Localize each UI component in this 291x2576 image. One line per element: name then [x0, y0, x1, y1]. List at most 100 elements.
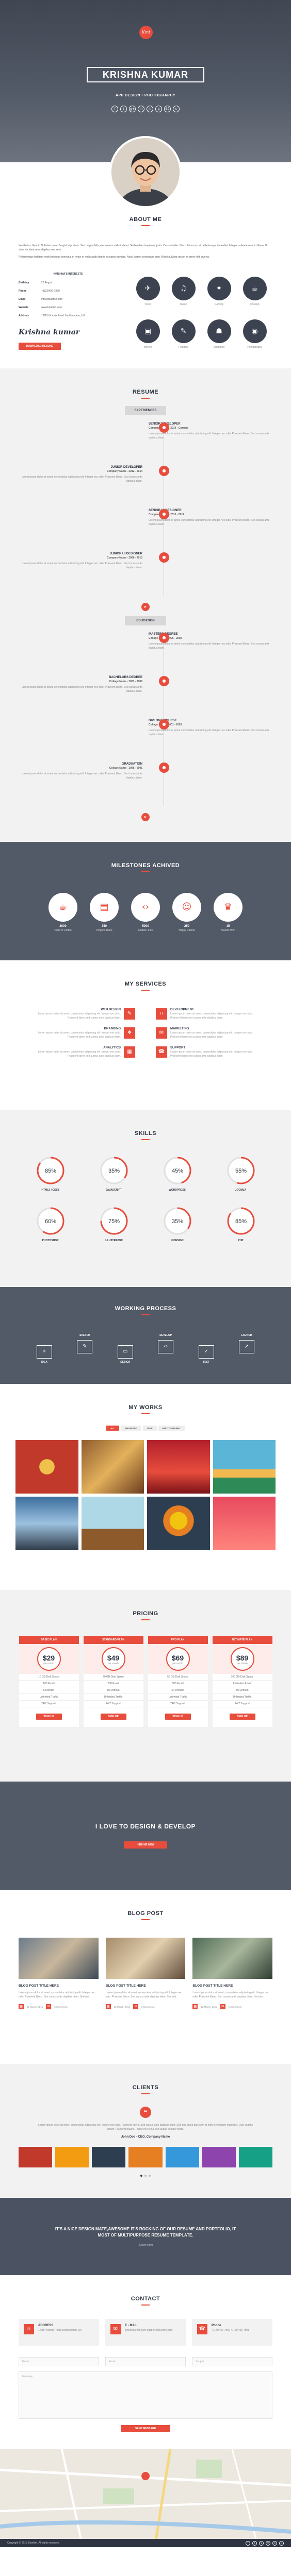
contact-card-text: info@bluefish.com support@bluefish.com	[125, 2329, 173, 2332]
work-bird[interactable]	[81, 1497, 144, 1550]
timeline-item-text: Lorem ipsum dolor sit amet, consectetur …	[149, 432, 270, 439]
client-logo[interactable]	[19, 2147, 53, 2167]
blog-post-title[interactable]: BLOG POST TITLE HERE	[192, 1984, 272, 1988]
work-red-chinese-art[interactable]	[15, 1440, 78, 1494]
twitter-icon[interactable]: t	[120, 106, 127, 112]
blog-post-image[interactable]	[192, 1938, 273, 1979]
blog-post-comments[interactable]: 5 Comments	[54, 2006, 68, 2008]
hobby-label: Photography	[247, 346, 262, 349]
blog-post-excerpt: Lorem ipsum dolor sit amet, consectetur …	[192, 1991, 269, 1998]
work-city[interactable]	[15, 1497, 78, 1550]
plan-signup-button[interactable]: SIGN UP	[165, 1714, 191, 1720]
web-design-icon: ✎	[124, 1008, 135, 1020]
pinterest-icon[interactable]: p	[279, 2540, 284, 2546]
client-logo[interactable]	[92, 2147, 126, 2167]
work-characters[interactable]	[213, 1497, 276, 1550]
plan-feature: 24/7 Support	[19, 1701, 79, 1707]
work-balloon[interactable]	[147, 1497, 210, 1550]
google-plus-icon[interactable]: g	[259, 2540, 264, 2546]
work-red-poster[interactable]	[147, 1440, 210, 1494]
blog-post-image[interactable]	[19, 1938, 99, 1979]
slider-dot[interactable]	[140, 2175, 142, 2177]
filter-all[interactable]: ALL	[106, 1426, 119, 1431]
hobby-label: Shopping	[213, 346, 225, 349]
google-plus-icon[interactable]: g+	[129, 106, 136, 112]
logo[interactable]: Kmt	[139, 26, 153, 39]
blog-post-comments[interactable]: 5 Comments	[229, 2006, 242, 2008]
filter-branding[interactable]: BRANDING	[120, 1426, 142, 1431]
linkedin-icon[interactable]: in	[266, 2540, 270, 2546]
plan-price-value: $89	[236, 1653, 249, 1662]
filter-photography[interactable]: PHOTOGRAPHY	[158, 1426, 185, 1431]
blog-post-title[interactable]: BLOG POST TITLE HERE	[19, 1984, 99, 1988]
blog-post-title[interactable]: BLOG POST TITLE HERE	[106, 1984, 186, 1988]
map[interactable]: Copyright © 2015 Bluefish. All rights re…	[0, 2449, 291, 2547]
hire-me-button[interactable]: HIRE ME NOW	[124, 1841, 167, 1849]
email-field[interactable]: Email	[105, 2357, 186, 2366]
twitter-icon[interactable]: t	[252, 2540, 257, 2546]
client-logo[interactable]	[55, 2147, 89, 2167]
client-logo[interactable]	[202, 2147, 236, 2167]
contact-section: CONTACT ⌂ ADDRESS 12/15 Victoria Road Sout…	[0, 2275, 291, 2449]
hobby-item: ♫ Music	[166, 277, 201, 307]
name-field[interactable]: Name	[19, 2357, 99, 2366]
service-title: MARKETING	[170, 1027, 189, 1030]
skill-name: JOOMLA	[235, 1189, 247, 1192]
milestones-title: MILESTONES ACHIVED	[19, 862, 272, 872]
plan-signup-button[interactable]: SIGN UP	[100, 1714, 126, 1720]
timeline-dot-icon: ●	[159, 509, 169, 519]
skill-item: 55% JOOMLA	[209, 1156, 272, 1192]
test-icon: ✓	[198, 1345, 214, 1359]
plan-feature: 10 GB Disk Space	[19, 1674, 79, 1681]
skill-percent: 55%	[235, 1168, 246, 1174]
calendar-icon: ▦	[19, 2004, 24, 2009]
hobby-item: ✦ Gaming	[201, 277, 237, 307]
location-icon: ⌂	[24, 2324, 34, 2334]
client-logo[interactable]	[165, 2147, 199, 2167]
dribbble-icon[interactable]: ◎	[272, 2540, 277, 2546]
blog-title: BLOG POST	[19, 1910, 272, 1920]
reading-icon: ✎	[171, 319, 196, 343]
info-row: Address 12/15 Victoria Road Southampton, …	[19, 312, 118, 320]
blog-section: BLOG POST BLOG POST TITLE HERE Lorem ipsu…	[0, 1890, 291, 2064]
milestone-number: 5000	[142, 925, 149, 928]
blog-post-comments[interactable]: 5 Comments	[141, 2006, 155, 2008]
skills-title: SKILLS	[19, 1130, 272, 1140]
work-ornament[interactable]	[81, 1440, 144, 1494]
plan-signup-button[interactable]: SIGN UP	[36, 1714, 62, 1720]
hobby-label: Gaming	[214, 303, 224, 306]
facebook-icon[interactable]: f	[246, 2540, 250, 2546]
plan-price: $69 per month	[166, 1647, 190, 1671]
testimonial-author: John Doe - CEO, Company Name	[121, 2136, 170, 2139]
plan-price-value: $29	[42, 1653, 55, 1662]
filter-web[interactable]: WEB	[143, 1426, 157, 1431]
slider-dot[interactable]	[149, 2175, 151, 2177]
marketing-icon: ✉	[156, 1027, 167, 1039]
coffee-icon: ☕	[48, 893, 77, 922]
send-message-button[interactable]: SEND MESSAGE	[121, 2425, 170, 2432]
client-logo[interactable]	[128, 2147, 163, 2167]
skill-percent: 85%	[235, 1218, 246, 1225]
linkedin-icon[interactable]: in	[138, 106, 144, 112]
service-item: WEB DESIGN Lorem ipsum dolor sit amet, co…	[19, 1008, 135, 1020]
dribbble-icon[interactable]: ◎	[147, 106, 153, 112]
facebook-icon[interactable]: f	[111, 106, 118, 112]
behance-icon[interactable]: Bē	[164, 106, 171, 112]
sketch-icon: ✎	[77, 1340, 93, 1353]
blog-post-date: 12 March, 2015	[114, 2005, 130, 2008]
timeline-item: JUNIOR UI DESIGNER Company Name - 2008 - …	[19, 552, 149, 596]
message-field[interactable]: Message	[19, 2371, 272, 2419]
pinterest-icon[interactable]: p	[155, 106, 162, 112]
service-item: ANALYTICS Lorem ipsum dolor sit amet, con…	[19, 1046, 135, 1058]
subject-field[interactable]: Subject	[192, 2357, 272, 2366]
client-logo[interactable]	[238, 2147, 272, 2167]
slider-dot[interactable]	[144, 2175, 147, 2177]
download-resume-button[interactable]: DOWNLOAD RESUME	[19, 343, 61, 350]
work-flat-landscape[interactable]	[213, 1440, 276, 1494]
skype-icon[interactable]: s	[173, 106, 180, 112]
blog-post-image[interactable]	[105, 1938, 186, 1979]
timeline-item-text: Lorem ipsum dolor sit amet, consectetur …	[21, 772, 142, 779]
blog-post: BLOG POST TITLE HERE Lorem ipsum dolor si…	[192, 1938, 273, 2009]
contact-card-title: ADDRESS	[38, 2324, 54, 2327]
plan-signup-button[interactable]: SIGN UP	[229, 1714, 255, 1720]
